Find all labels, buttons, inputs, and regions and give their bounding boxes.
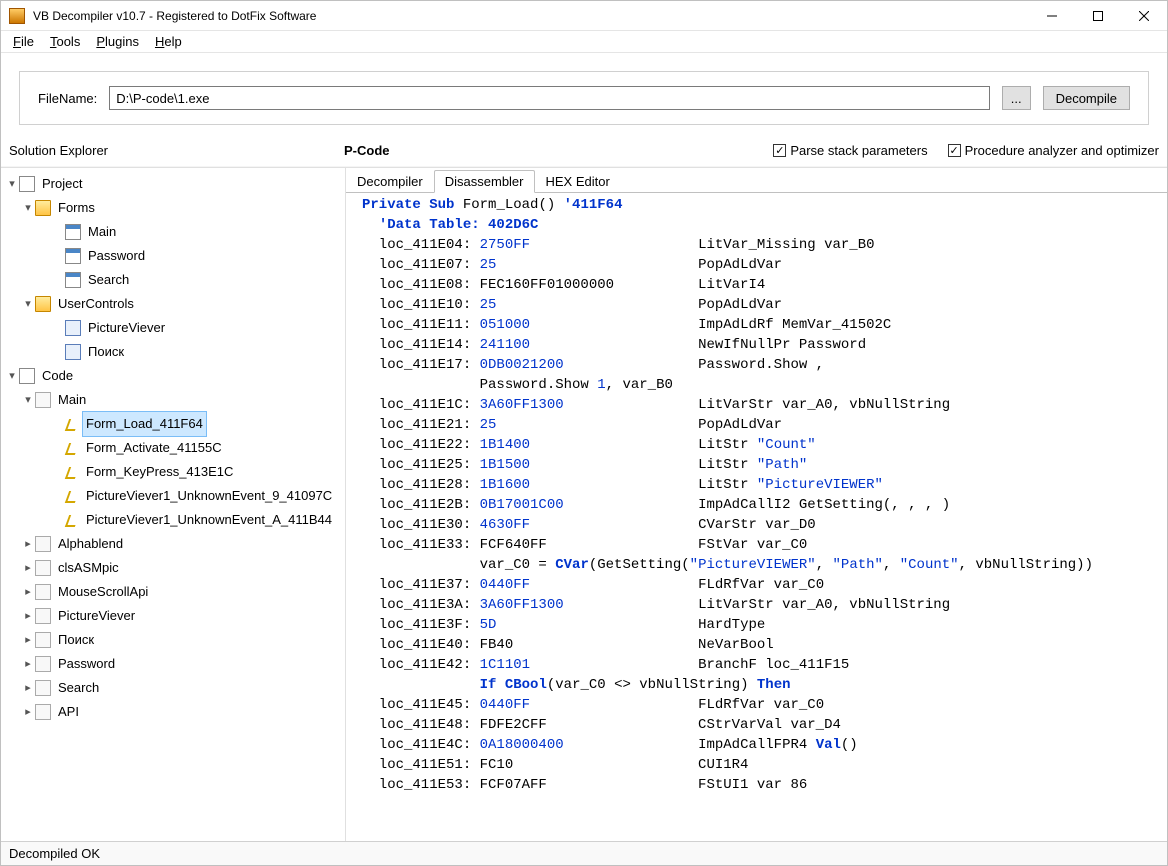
collapse-icon[interactable]: ▸ (21, 677, 35, 699)
menu-tools[interactable]: Tools (42, 32, 88, 51)
tree-item[interactable]: Password (55, 652, 118, 676)
tree-api[interactable]: API (55, 700, 82, 724)
tree-item[interactable]: Search (85, 268, 132, 292)
sub-icon (65, 465, 79, 479)
collapse-icon[interactable]: ▸ (21, 701, 35, 723)
solution-explorer-label: Solution Explorer (9, 143, 344, 158)
usercontrol-icon (65, 320, 81, 336)
tree-item[interactable]: Main (85, 220, 119, 244)
module-icon (35, 656, 51, 672)
project-icon (19, 176, 35, 192)
folder-icon (35, 296, 51, 312)
tab-hex[interactable]: HEX Editor (535, 170, 621, 193)
checkbox-icon: ✓ (948, 144, 961, 157)
collapse-icon[interactable]: ▸ (21, 581, 35, 603)
close-button[interactable] (1121, 1, 1167, 31)
toolbar: FileName: ... Decompile (19, 71, 1149, 125)
sub-icon (65, 513, 79, 527)
filename-label: FileName: (38, 91, 97, 106)
parse-stack-label: Parse stack parameters (790, 143, 927, 158)
parse-stack-checkbox[interactable]: ✓ Parse stack parameters (773, 143, 927, 158)
expand-icon[interactable]: ▾ (21, 293, 35, 315)
code-pane: Decompiler Disassembler HEX Editor Priva… (346, 168, 1167, 841)
minimize-button[interactable] (1029, 1, 1075, 31)
code-view[interactable]: Private Sub Form_Load() '411F64 'Data Ta… (346, 193, 1167, 841)
form-icon (65, 224, 81, 240)
status-text: Decompiled OK (9, 846, 100, 861)
tree-item[interactable]: Form_KeyPress_413E1C (83, 460, 236, 484)
main-area: ▾Project ▾Forms MainPasswordSearch ▾User… (1, 167, 1167, 841)
collapse-icon[interactable]: ▸ (21, 533, 35, 555)
tab-disassembler[interactable]: Disassembler (434, 170, 535, 193)
tree-item[interactable]: Поиск (55, 628, 97, 652)
form-icon (65, 248, 81, 264)
tree-item[interactable]: Form_Load_411F64 (83, 412, 206, 436)
tree-main[interactable]: Main (55, 388, 89, 412)
titlebar: VB Decompiler v10.7 - Registered to DotF… (1, 1, 1167, 31)
section-label: P-Code (344, 143, 390, 158)
tab-decompiler[interactable]: Decompiler (346, 170, 434, 193)
filename-input[interactable] (109, 86, 989, 110)
checkbox-icon: ✓ (773, 144, 786, 157)
menu-plugins[interactable]: Plugins (88, 32, 147, 51)
tree-item[interactable]: Search (55, 676, 102, 700)
proc-analyzer-checkbox[interactable]: ✓ Procedure analyzer and optimizer (948, 143, 1159, 158)
form-icon (65, 272, 81, 288)
decompile-button[interactable]: Decompile (1043, 86, 1130, 110)
tree-item[interactable]: PictureViever1_UnknownEvent_9_41097C (83, 484, 335, 508)
tree-code[interactable]: Code (39, 364, 76, 388)
code-icon (19, 368, 35, 384)
tree-usercontrols[interactable]: UserControls (55, 292, 137, 316)
module-icon (35, 680, 51, 696)
folder-icon (35, 200, 51, 216)
statusbar: Decompiled OK (1, 841, 1167, 865)
expand-icon[interactable]: ▾ (5, 365, 19, 387)
module-icon (35, 704, 51, 720)
sub-icon (65, 489, 79, 503)
collapse-icon[interactable]: ▸ (21, 557, 35, 579)
tree-project[interactable]: Project (39, 172, 85, 196)
tree-item[interactable]: clsASMpic (55, 556, 122, 580)
tree-item[interactable]: MouseScrollApi (55, 580, 151, 604)
tree-item[interactable]: Alphablend (55, 532, 126, 556)
sub-icon (65, 417, 79, 431)
module-icon (35, 392, 51, 408)
tree-item[interactable]: PictureViever1_UnknownEvent_A_411B44 (83, 508, 335, 532)
menubar: File Tools Plugins Help (1, 31, 1167, 53)
section-header: Solution Explorer P-Code ✓ Parse stack p… (1, 139, 1167, 167)
tree-item[interactable]: Поиск (85, 340, 127, 364)
module-icon (35, 584, 51, 600)
window-title: VB Decompiler v10.7 - Registered to DotF… (33, 9, 1029, 23)
module-icon (35, 608, 51, 624)
collapse-icon[interactable]: ▸ (21, 629, 35, 651)
maximize-button[interactable] (1075, 1, 1121, 31)
proc-analyzer-label: Procedure analyzer and optimizer (965, 143, 1159, 158)
menu-help[interactable]: Help (147, 32, 190, 51)
tree-item[interactable]: Password (85, 244, 148, 268)
code-tabs: Decompiler Disassembler HEX Editor (346, 168, 1167, 193)
tree-item[interactable]: Form_Activate_41155C (83, 436, 225, 460)
collapse-icon[interactable]: ▸ (21, 605, 35, 627)
window-controls (1029, 1, 1167, 31)
collapse-icon[interactable]: ▸ (21, 653, 35, 675)
module-icon (35, 632, 51, 648)
expand-icon[interactable]: ▾ (21, 389, 35, 411)
toolbar-area: FileName: ... Decompile (1, 53, 1167, 139)
solution-explorer-tree[interactable]: ▾Project ▾Forms MainPasswordSearch ▾User… (1, 168, 346, 841)
sub-icon (65, 441, 79, 455)
tree-item[interactable]: PictureViever (85, 316, 168, 340)
expand-icon[interactable]: ▾ (21, 197, 35, 219)
usercontrol-icon (65, 344, 81, 360)
module-icon (35, 536, 51, 552)
module-icon (35, 560, 51, 576)
tree-forms[interactable]: Forms (55, 196, 98, 220)
tree-item[interactable]: PictureViever (55, 604, 138, 628)
app-icon (9, 8, 25, 24)
browse-button[interactable]: ... (1002, 86, 1031, 110)
expand-icon[interactable]: ▾ (5, 173, 19, 195)
menu-file[interactable]: File (5, 32, 42, 51)
